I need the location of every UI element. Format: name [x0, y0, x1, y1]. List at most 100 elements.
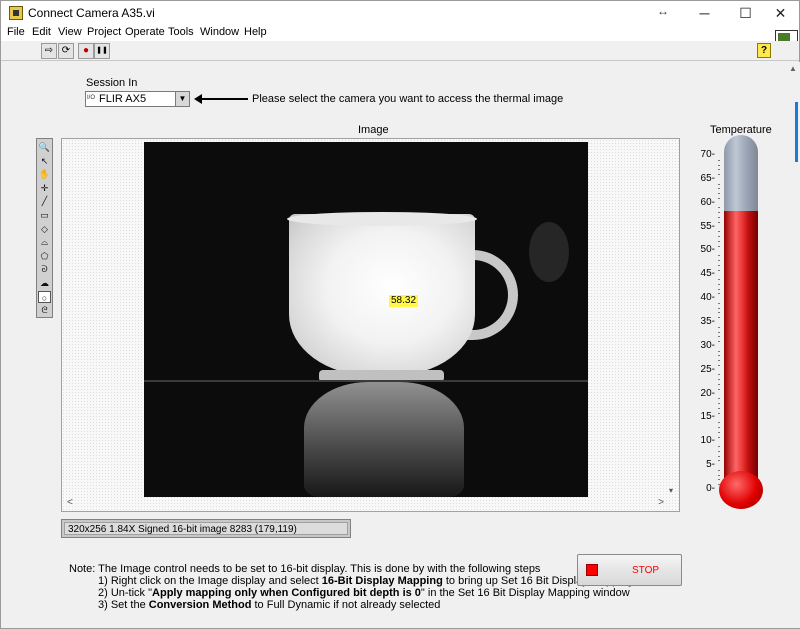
- menu-file[interactable]: File: [7, 26, 25, 38]
- image-info-bar: 320x256 1.84X Signed 16-bit image 8283 (…: [61, 519, 351, 538]
- thermometer-minor-tick: [718, 436, 720, 438]
- stop-button[interactable]: STOP: [577, 554, 682, 586]
- image-label: Image: [358, 124, 389, 136]
- thermometer-minor-tick: [718, 479, 720, 481]
- thermometer-minor-tick: [718, 302, 720, 304]
- image-horizontal-scrollbar[interactable]: < >: [63, 497, 678, 510]
- thermometer-minor-tick: [718, 193, 720, 195]
- thermometer-shade: [724, 135, 758, 495]
- abort-button[interactable]: ●: [78, 43, 94, 59]
- point-tool-icon[interactable]: ✛: [38, 182, 51, 194]
- zoom-tool-icon[interactable]: 🔍: [38, 141, 51, 153]
- menu-project[interactable]: Project: [87, 26, 121, 38]
- thermometer-tick-label: 65-: [700, 172, 715, 184]
- minimize-button[interactable]: ─: [682, 1, 727, 25]
- thermometer-minor-tick: [718, 455, 720, 457]
- chevron-down-icon[interactable]: ▼: [175, 92, 189, 106]
- thermometer-tick-label: 55-: [700, 220, 715, 232]
- cup-reflection: [304, 382, 464, 497]
- thermometer-minor-tick: [718, 217, 720, 219]
- note-step3-bold: Conversion Method: [148, 599, 252, 611]
- thermometer-minor-tick: [718, 169, 720, 171]
- line-tool-icon[interactable]: ╱: [38, 195, 51, 207]
- thermometer-tick-label: 10-: [700, 435, 715, 447]
- thermometer-minor-tick: [718, 360, 720, 362]
- thermometer-tick-label: 30-: [700, 339, 715, 351]
- image-display[interactable]: 58.32 < > ▾: [61, 138, 680, 512]
- scrollbar-thumb[interactable]: [795, 102, 798, 162]
- annulus-tool-icon[interactable]: ⌓: [38, 236, 51, 248]
- temperature-readout: 58.32: [389, 295, 419, 307]
- thermal-image[interactable]: 58.32: [144, 142, 588, 497]
- thermometer-minor-tick: [718, 326, 720, 328]
- oval-tool-icon[interactable]: ○: [38, 290, 51, 303]
- panel-vertical-scrollbar[interactable]: ▲: [786, 62, 800, 628]
- thermometer-scale: 70- 65- 60- 55- 50- 45- 40- 35- 30- 25- 20- 15- 10- 5…: [700, 149, 720, 494]
- thermometer-tick-label: 25-: [700, 363, 715, 375]
- thermometer-minor-tick: [718, 307, 720, 309]
- note-line-step3: 3) Set the Conversion Method to Full Dyn…: [98, 599, 440, 611]
- pointer-tool-icon[interactable]: ↖: [38, 155, 51, 167]
- stop-button-label: STOP: [632, 565, 660, 576]
- close-button[interactable]: ✕: [758, 1, 800, 25]
- thermometer-minor-tick: [718, 240, 720, 242]
- thermometer-minor-tick: [718, 279, 720, 281]
- thermometer-minor-tick: [718, 207, 720, 209]
- thermometer-minor-tick: [718, 293, 720, 295]
- menu-edit[interactable]: Edit: [32, 26, 51, 38]
- session-in-label: Session In: [86, 77, 138, 89]
- thermometer-minor-tick: [718, 164, 720, 166]
- run-continuously-button[interactable]: ⟳: [58, 43, 74, 59]
- thermometer-minor-tick: [718, 188, 720, 190]
- labview-app-icon: [9, 6, 23, 20]
- thermometer-minor-tick: [718, 407, 720, 409]
- thermometer-minor-tick: [718, 212, 720, 214]
- run-button[interactable]: ⇨: [41, 43, 57, 59]
- image-vertical-scrollbar[interactable]: ▾: [666, 141, 678, 495]
- session-in-select[interactable]: I/O FLIR AX5 ▼: [85, 91, 190, 107]
- scroll-left-icon[interactable]: <: [67, 497, 73, 508]
- thermometer-minor-tick: [718, 269, 720, 271]
- cup-body: [289, 214, 475, 376]
- thermometer-minor-tick: [718, 384, 720, 386]
- menu-operate[interactable]: Operate: [125, 26, 165, 38]
- scroll-down-icon[interactable]: ▾: [669, 486, 673, 495]
- rotated-rect-tool-icon[interactable]: ◇: [38, 223, 51, 235]
- thermometer-minor-tick: [718, 336, 720, 338]
- stop-led-icon: [586, 564, 598, 576]
- freehand-tool-icon[interactable]: ᘐ: [38, 263, 51, 275]
- thermometer-minor-tick: [718, 341, 720, 343]
- thermometer-tick-label: 15-: [700, 411, 715, 423]
- thermometer-minor-tick: [718, 355, 720, 357]
- camera-instruction-text: Please select the camera you want to acc…: [252, 93, 564, 105]
- note-step2-text: 2) Un-tick ": [98, 587, 153, 599]
- scroll-right-icon[interactable]: >: [658, 497, 664, 508]
- scroll-up-icon[interactable]: ▲: [789, 64, 797, 73]
- broken-line-tool-icon[interactable]: ᘓ: [38, 304, 51, 316]
- thermometer-tick-label: 0-: [706, 483, 715, 494]
- menu-help[interactable]: Help: [244, 26, 267, 38]
- freehand-region-tool-icon[interactable]: ☁: [38, 277, 51, 289]
- thermometer-minor-tick: [718, 288, 720, 290]
- thermometer-minor-tick: [718, 422, 720, 424]
- note-step2-bold: Apply mapping only when Configured bit d…: [152, 587, 421, 599]
- thermometer-minor-tick: [718, 331, 720, 333]
- note-step3-text: 3) Set the: [98, 599, 149, 611]
- pan-tool-icon[interactable]: ✋: [38, 168, 51, 180]
- session-in-value: FLIR AX5: [99, 93, 147, 105]
- thermometer-tick-label: 70-: [700, 149, 715, 160]
- thermometer-minor-tick: [718, 264, 720, 266]
- context-help-button[interactable]: ?: [757, 43, 771, 58]
- resize-icon: ↔: [657, 4, 669, 18]
- pause-button[interactable]: ❚❚: [94, 43, 110, 59]
- thermometer-minor-tick: [718, 446, 720, 448]
- menu-window[interactable]: Window: [200, 26, 239, 38]
- thermometer-tick-label: 50-: [700, 244, 715, 256]
- rectangle-tool-icon[interactable]: ▭: [38, 209, 51, 221]
- thermometer-minor-tick: [718, 259, 720, 261]
- menu-tools[interactable]: Tools: [168, 26, 194, 38]
- thermometer-minor-tick: [718, 379, 720, 381]
- menu-view[interactable]: View: [58, 26, 82, 38]
- arrow-line: [198, 98, 248, 100]
- polygon-tool-icon[interactable]: ⬠: [38, 250, 51, 262]
